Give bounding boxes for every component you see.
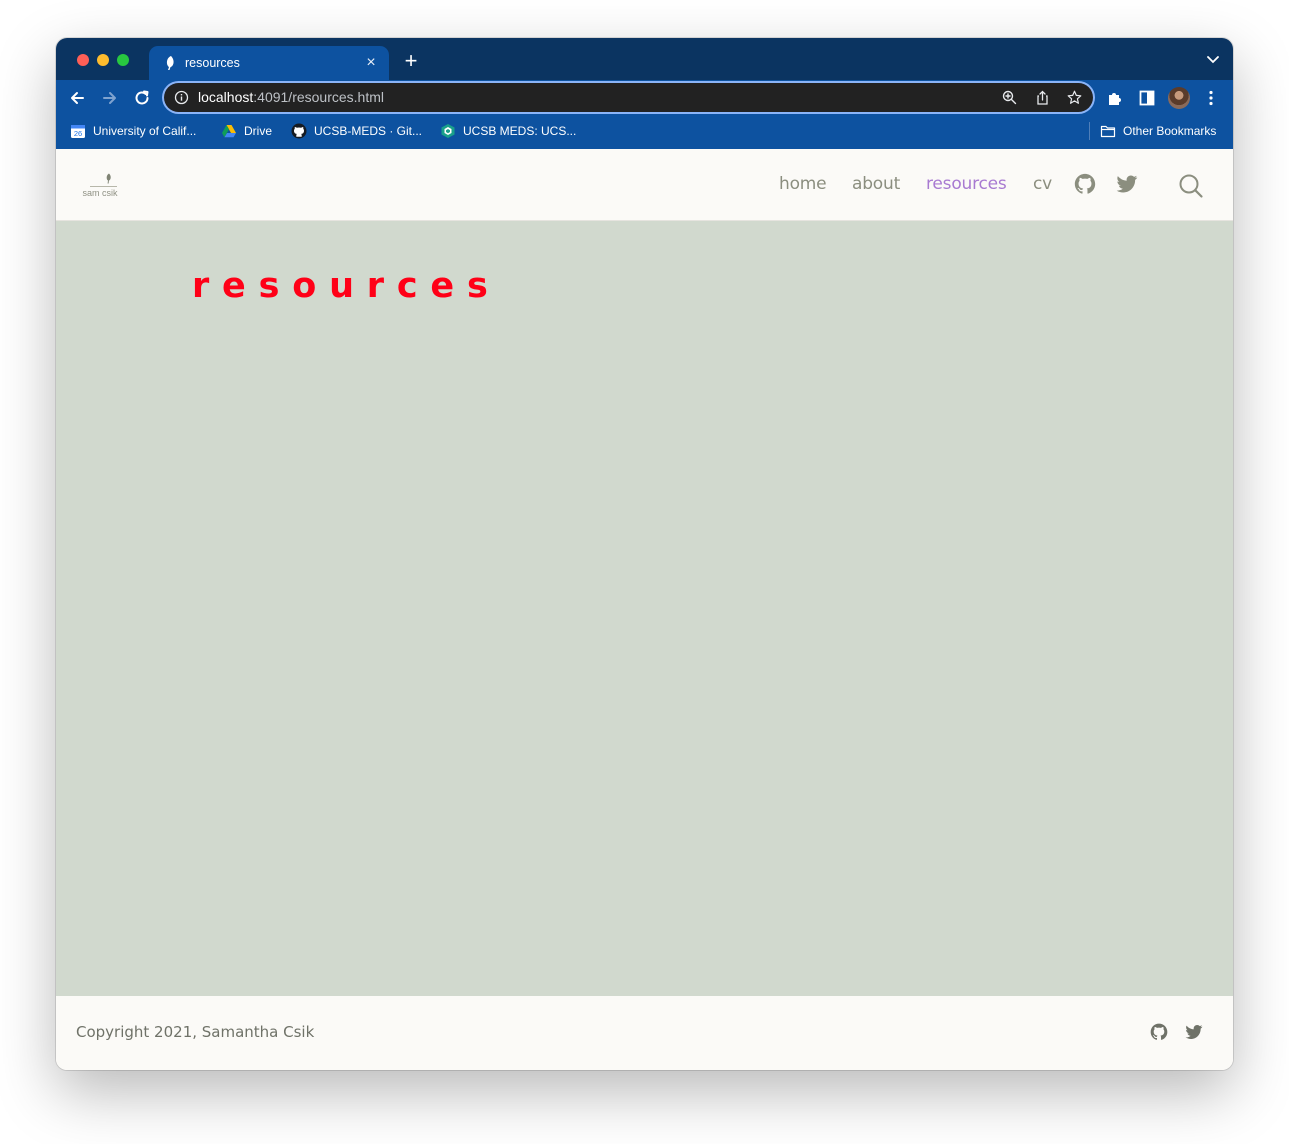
url-path: :4091/resources.html <box>253 89 384 105</box>
folder-icon <box>1100 125 1116 137</box>
url-text[interactable]: localhost:4091/resources.html <box>198 89 384 106</box>
nav-home[interactable]: home <box>779 173 827 195</box>
share-icon[interactable] <box>1035 90 1050 105</box>
browser-toolbar: localhost:4091/resources.html <box>56 80 1233 116</box>
reload-icon[interactable] <box>133 89 151 107</box>
bookmarks-separator <box>1089 122 1090 140</box>
google-drive-icon <box>222 124 236 137</box>
brand-name: sam csik <box>82 188 118 198</box>
more-menu-icon[interactable] <box>1202 89 1220 107</box>
calendar-badge-text: 26 <box>74 129 82 138</box>
minimize-window-button[interactable] <box>97 54 109 66</box>
github-icon[interactable] <box>1150 1023 1168 1041</box>
maximize-window-button[interactable] <box>117 54 129 66</box>
star-icon[interactable] <box>1067 90 1082 105</box>
other-bookmarks[interactable]: Other Bookmarks <box>1100 116 1216 145</box>
ucsb-meds-icon <box>441 123 455 138</box>
new-tab-button[interactable]: + <box>401 50 421 72</box>
web-page: sam csik home about resources cv resourc… <box>56 149 1233 1070</box>
nav-cv[interactable]: cv <box>1033 173 1052 195</box>
chevron-down-icon[interactable] <box>1207 55 1219 65</box>
twitter-icon[interactable] <box>1185 1023 1203 1041</box>
site-logo[interactable]: sam csik <box>80 173 120 199</box>
tab-resources[interactable]: resources × <box>149 46 389 80</box>
address-bar[interactable]: localhost:4091/resources.html <box>164 83 1093 112</box>
info-icon[interactable] <box>174 90 189 105</box>
site-footer: Copyright 2021, Samantha Csik <box>56 996 1233 1070</box>
bookmark-label: Drive <box>244 123 273 138</box>
search-icon[interactable] <box>1178 173 1204 199</box>
arrow-left-icon[interactable] <box>68 89 86 107</box>
nav-about[interactable]: about <box>852 173 900 195</box>
close-tab-icon[interactable]: × <box>363 55 379 71</box>
bookmark-ucsb-meds-github[interactable]: UCSB-MEDS · Git... <box>291 116 422 145</box>
extensions-icon[interactable] <box>1106 89 1124 107</box>
site-navbar: sam csik home about resources cv <box>56 149 1233 221</box>
bookmark-label: UCSB MEDS: UCS... <box>463 123 577 138</box>
url-host: localhost <box>198 89 254 105</box>
bookmark-ucsb-meds[interactable]: UCSB MEDS: UCS... <box>440 116 576 145</box>
browser-window: resources × + localhost:4091/resources.h… <box>56 38 1233 1070</box>
bookmark-university-calendar[interactable]: 26 University of Calif... <box>70 116 196 145</box>
leaf-icon <box>106 173 111 184</box>
profile-avatar[interactable] <box>1168 87 1190 109</box>
github-icon <box>291 123 307 138</box>
twitter-icon[interactable] <box>1116 173 1138 195</box>
tab-title: resources <box>185 56 240 70</box>
side-panel-icon[interactable] <box>1138 89 1156 107</box>
bookmark-label: UCSB-MEDS · Git... <box>314 123 423 138</box>
main-content: resources <box>56 221 1233 996</box>
bookmarks-bar: 26 University of Calif... Drive UCSB-MED… <box>56 116 1233 149</box>
nav-resources[interactable]: resources <box>926 173 1007 195</box>
bookmark-drive[interactable]: Drive <box>221 116 272 145</box>
zoom-icon[interactable] <box>1002 90 1017 105</box>
close-window-button[interactable] <box>77 54 89 66</box>
arrow-right-icon[interactable] <box>101 89 119 107</box>
bookmark-label: University of Calif... <box>93 123 197 138</box>
other-bookmarks-label: Other Bookmarks <box>1123 123 1217 138</box>
github-icon[interactable] <box>1074 173 1096 195</box>
tab-strip: resources × + <box>56 38 1233 80</box>
leaf-icon <box>166 56 174 70</box>
page-title: resources <box>192 266 501 306</box>
copyright-text: Copyright 2021, Samantha Csik <box>76 1023 315 1041</box>
calendar-icon: 26 <box>71 124 85 138</box>
